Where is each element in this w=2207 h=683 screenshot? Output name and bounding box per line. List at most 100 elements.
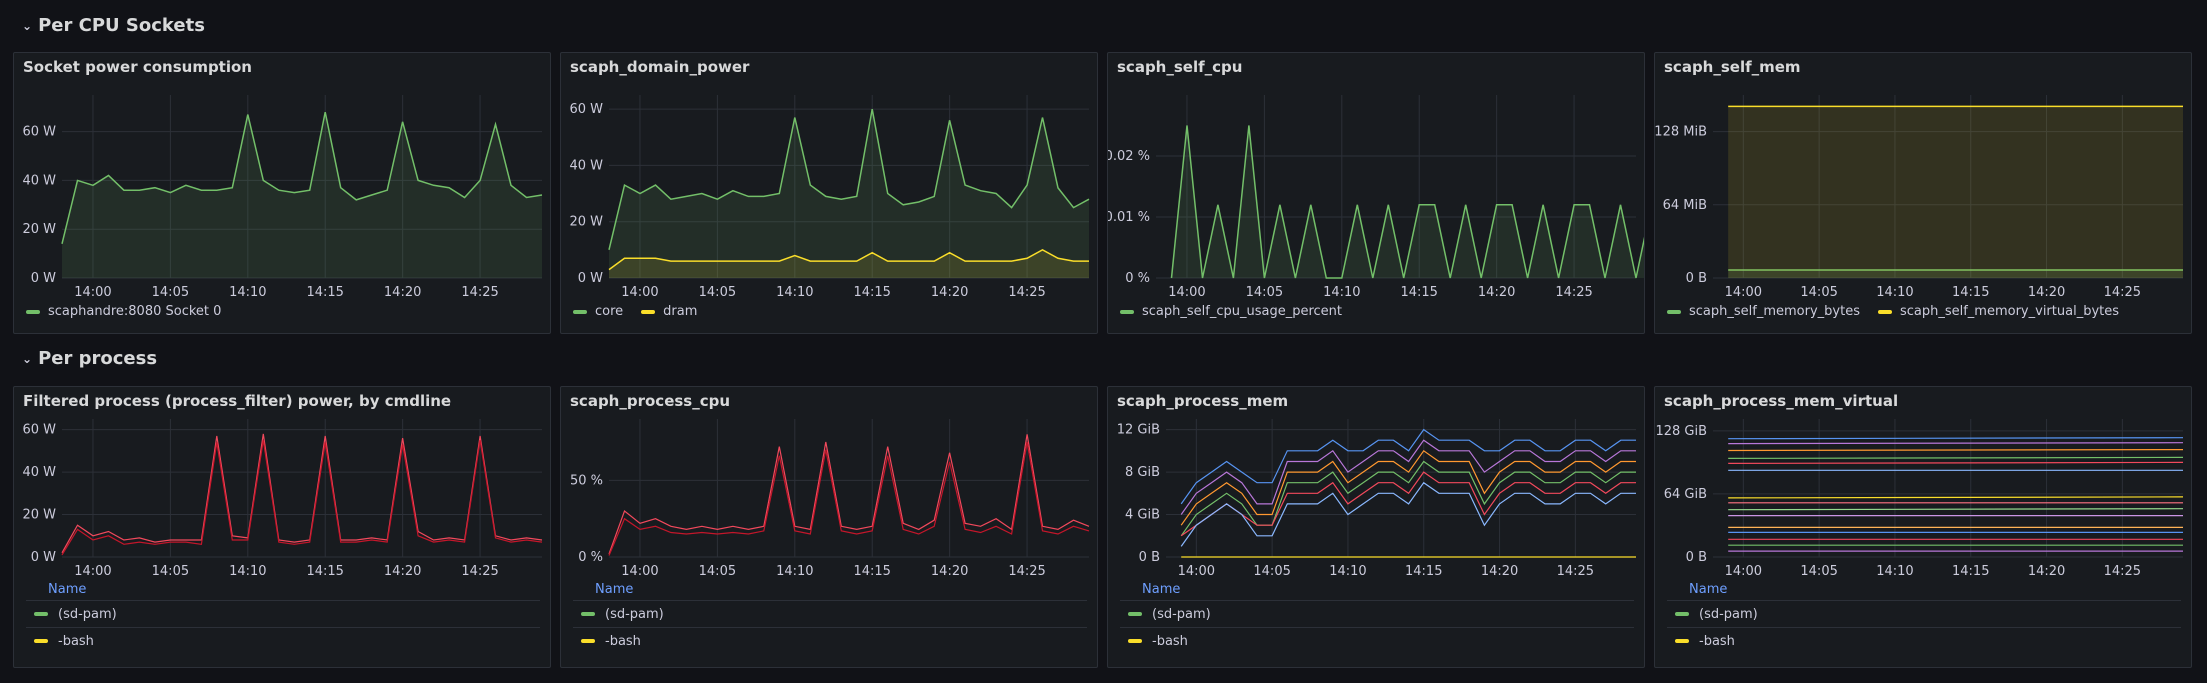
legend-label: scaphandre:8080 Socket 0 (48, 304, 222, 319)
series-line[interactable] (1728, 496, 2184, 499)
series-area (1728, 106, 2183, 279)
x-tick-label: 14:00 (621, 285, 658, 300)
series-line[interactable] (1728, 456, 2184, 460)
x-tick-label: 14:10 (1876, 285, 1913, 300)
x-tick-label: 14:00 (1725, 285, 1762, 300)
x-tick-label: 14:25 (1557, 564, 1594, 579)
series-line[interactable] (61, 440, 543, 556)
x-tick-label: 14:25 (461, 285, 498, 300)
panel-domain-power[interactable]: scaph_domain_power 0 W 20 W 40 W 60 W 14:00 1… (560, 52, 1098, 334)
legend-row[interactable]: -bash (1667, 627, 2181, 654)
x-tick-label: 14:00 (1168, 285, 1205, 300)
y-tick-label: 0 W (31, 550, 56, 565)
legend-label: dram (663, 304, 698, 319)
legend-label: (sd-pam) (1699, 606, 1758, 622)
x-tick-label: 14:20 (931, 285, 968, 300)
legend-label: -bash (1699, 633, 1735, 649)
legend: scaph_self_cpu_usage_percent (1120, 304, 1342, 319)
y-tick-label: 0 B (1686, 550, 1707, 565)
x-tick-label: 14:05 (152, 564, 189, 579)
chevron-down-icon: ⌄ (22, 351, 33, 366)
legend-row[interactable]: (sd-pam) (573, 600, 1087, 627)
y-tick-label: 0 W (31, 271, 56, 286)
panel-process-cpu[interactable]: scaph_process_cpu 0 % 50 % 14:00 14:05 14:10… (560, 386, 1098, 668)
x-tick-label: 14:15 (853, 564, 890, 579)
y-tick-label: 0.02 % (1108, 149, 1150, 164)
legend-row[interactable]: -bash (573, 627, 1087, 654)
x-tick-label: 14:15 (1952, 564, 1989, 579)
legend-label: -bash (58, 633, 94, 649)
y-tick-label: 64 GiB (1664, 487, 1707, 502)
legend-row[interactable]: (sd-pam) (1120, 600, 1634, 627)
panel-self-mem[interactable]: scaph_self_mem 0 B 64 MiB 128 MiB 14:00 14:0… (1654, 52, 2192, 334)
legend-row[interactable]: -bash (26, 627, 540, 654)
x-tick-label: 14:25 (1555, 285, 1592, 300)
legend-table: Name (sd-pam) -bash (26, 582, 540, 654)
chart-2[interactable]: 0 % 0.01 % 0.02 % 14:00 14:05 14:10 14:15 14:20… (1108, 53, 1645, 334)
panel-socket-power[interactable]: Socket power consumption 0 W 20 W 40 W 60 W… (13, 52, 551, 334)
y-tick-label: 60 W (22, 423, 56, 438)
y-tick-label: 128 MiB (1655, 125, 1707, 140)
row-per-cpu-sockets[interactable]: ⌄ Per CPU Sockets (22, 15, 205, 36)
legend-label: core (595, 304, 624, 319)
x-tick-label: 14:00 (74, 564, 111, 579)
series-line[interactable] (1728, 448, 2184, 452)
row-per-process[interactable]: ⌄ Per process (22, 348, 157, 369)
x-tick-label: 14:15 (1400, 285, 1437, 300)
series-line[interactable] (608, 441, 1090, 556)
x-tick-label: 14:15 (1952, 285, 1989, 300)
legend: scaphandre:8080 Socket 0 (26, 304, 221, 319)
legend-label: scaph_self_memory_bytes (1689, 304, 1860, 319)
legend-item[interactable]: core (573, 304, 623, 319)
legend-row[interactable]: (sd-pam) (26, 600, 540, 627)
chart-0[interactable]: 0 W 20 W 40 W 60 W 14:00 14:05 14:10 14:15 14:20… (14, 53, 551, 334)
legend-table-header[interactable]: Name (26, 582, 540, 600)
series-line[interactable] (1728, 442, 2184, 445)
x-tick-label: 14:05 (1800, 564, 1837, 579)
series-area (62, 112, 542, 278)
x-tick-label: 14:20 (2028, 285, 2065, 300)
legend-swatch (1128, 612, 1142, 616)
chart-3[interactable]: 0 B 64 MiB 128 MiB 14:00 14:05 14:10 14:15 14:2… (1655, 53, 2192, 334)
legend-label: -bash (605, 633, 641, 649)
legend-label: (sd-pam) (1152, 606, 1211, 622)
x-tick-label: 14:25 (2104, 285, 2141, 300)
row-title: Per process (38, 348, 158, 369)
legend-item[interactable]: scaphandre:8080 Socket 0 (26, 304, 221, 319)
legend-label: scaph_self_cpu_usage_percent (1142, 304, 1342, 319)
legend-item[interactable]: scaph_self_memory_bytes (1667, 304, 1860, 319)
x-tick-label: 14:00 (74, 285, 111, 300)
legend-label: (sd-pam) (58, 606, 117, 622)
y-tick-label: 0 % (1125, 271, 1150, 286)
legend-label: (sd-pam) (605, 606, 664, 622)
series-line[interactable] (1728, 461, 2184, 465)
legend-item[interactable]: scaph_self_cpu_usage_percent (1120, 304, 1342, 319)
legend-table-header[interactable]: Name (1120, 582, 1634, 600)
legend-item[interactable]: dram (641, 304, 697, 319)
legend-row[interactable]: -bash (1120, 627, 1634, 654)
chart-1[interactable]: 0 W 20 W 40 W 60 W 14:00 14:05 14:10 14:15 14:20… (561, 53, 1098, 334)
x-tick-label: 14:20 (384, 564, 421, 579)
panel-self-cpu[interactable]: scaph_self_cpu 0 % 0.01 % 0.02 % 14:00 14:05… (1107, 52, 1645, 334)
legend-swatch (1675, 612, 1689, 616)
legend-table-header[interactable]: Name (573, 582, 1087, 600)
series-line[interactable] (608, 434, 1090, 555)
series-line[interactable] (61, 433, 543, 554)
panel-process-mem[interactable]: scaph_process_mem 0 B4 GiB 8 GiB 12 GiB 14:… (1107, 386, 1645, 668)
x-tick-label: 14:15 (306, 564, 343, 579)
x-tick-label: 14:05 (1253, 564, 1290, 579)
series-line[interactable] (1728, 508, 2184, 511)
legend-row[interactable]: (sd-pam) (1667, 600, 2181, 627)
x-tick-label: 14:10 (1876, 564, 1913, 579)
y-tick-label: 60 W (22, 125, 56, 140)
y-tick-label: 128 GiB (1655, 424, 1707, 439)
row-title: Per CPU Sockets (38, 15, 205, 36)
x-tick-label: 14:00 (621, 564, 658, 579)
legend-table: Name (sd-pam) -bash (1667, 582, 2181, 654)
series-line[interactable] (1728, 437, 2184, 440)
legend-item[interactable]: scaph_self_memory_virtual_bytes (1877, 304, 2119, 319)
x-tick-label: 14:25 (1008, 285, 1045, 300)
legend-table-header[interactable]: Name (1667, 582, 2181, 600)
panel-process-power[interactable]: Filtered process (process_filter) power,… (13, 386, 551, 668)
panel-process-mem-virtual[interactable]: scaph_process_mem_virtual 0 B 64 GiB 128 G… (1654, 386, 2192, 668)
